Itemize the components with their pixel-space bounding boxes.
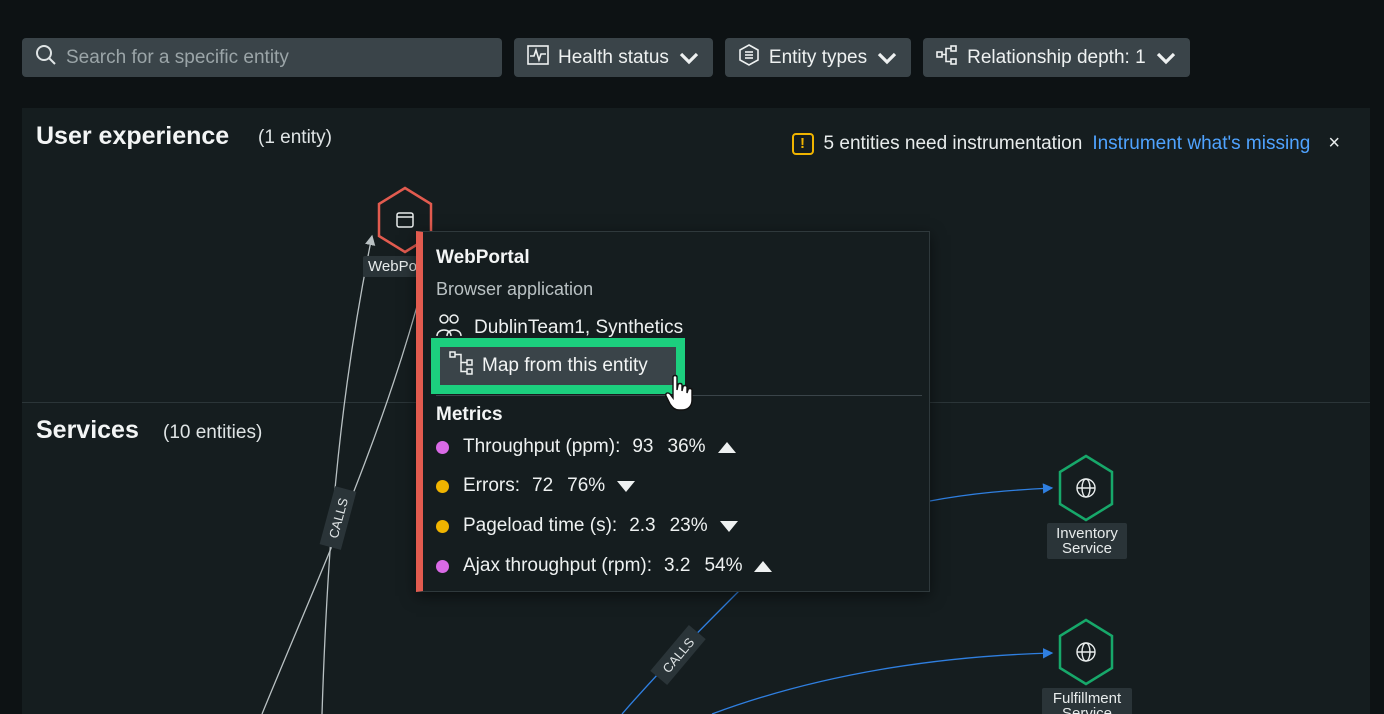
metric-label: Pageload time (s): bbox=[463, 515, 618, 536]
metrics-title: Metrics bbox=[436, 404, 503, 425]
chevron-down-icon bbox=[679, 52, 699, 64]
trend-down-icon bbox=[617, 480, 636, 492]
map-from-entity-label: Map from this entity bbox=[482, 355, 648, 376]
relationship-tree-icon bbox=[935, 43, 959, 73]
webportal-node-label: WebPo bbox=[363, 256, 419, 277]
metric-row: Pageload time (s): 2.3 23% bbox=[436, 515, 738, 537]
edge-to-inventory bbox=[929, 483, 1054, 502]
metric-dot bbox=[436, 479, 449, 493]
entity-types-dropdown[interactable]: Entity types bbox=[724, 38, 912, 77]
calls-label-blue: CALLS bbox=[650, 624, 706, 686]
inventory-label-line2: Service bbox=[1061, 540, 1113, 557]
entity-types-icon bbox=[737, 43, 761, 73]
health-chart-icon bbox=[526, 43, 550, 73]
chevron-down-icon bbox=[877, 52, 897, 64]
health-status-dropdown[interactable]: Health status bbox=[514, 38, 713, 77]
search-input[interactable] bbox=[66, 46, 486, 69]
inventory-node-label: Inventory Service bbox=[1047, 523, 1127, 559]
relationship-depth-dropdown[interactable]: Relationship depth: 1 bbox=[923, 38, 1190, 77]
hand-cursor-icon bbox=[665, 374, 693, 411]
metric-dot bbox=[436, 519, 449, 533]
chevron-down-icon bbox=[1156, 52, 1175, 64]
metric-label: Ajax throughput (rpm): bbox=[463, 555, 653, 576]
metric-percent: 54% bbox=[704, 555, 743, 576]
metric-value: 2.3 bbox=[629, 515, 656, 536]
search-icon bbox=[34, 43, 58, 72]
search-box[interactable] bbox=[22, 38, 502, 77]
metric-dot bbox=[436, 440, 449, 454]
metric-row: Throughput (ppm): 93 36% bbox=[436, 436, 736, 458]
popover-title: WebPortal bbox=[436, 247, 530, 268]
metric-percent: 23% bbox=[669, 515, 708, 536]
trend-up-icon bbox=[754, 560, 773, 572]
metric-percent: 76% bbox=[567, 475, 606, 496]
map-from-entity-button[interactable]: Map from this entity bbox=[431, 338, 685, 394]
metric-label: Errors: bbox=[463, 475, 520, 496]
toolbar: Health status Entity types Relationship … bbox=[22, 38, 1190, 77]
relationship-depth-label: Relationship depth: 1 bbox=[967, 46, 1146, 68]
fulfillment-service-node[interactable] bbox=[1058, 618, 1114, 686]
metric-value: 3.2 bbox=[664, 555, 691, 576]
metric-percent: 36% bbox=[667, 436, 706, 457]
entity-types-label: Entity types bbox=[768, 46, 868, 68]
metric-dot bbox=[436, 559, 449, 573]
fulfillment-node-label: Fulfillment Service bbox=[1042, 688, 1132, 714]
inventory-label-line1: Inventory bbox=[1056, 525, 1118, 542]
metric-row: Errors: 72 76% bbox=[436, 475, 636, 497]
map-tree-icon bbox=[448, 350, 474, 382]
team-names: DublinTeam1, Synthetics bbox=[474, 317, 684, 338]
fulfillment-label-line1: Fulfillment bbox=[1052, 690, 1122, 707]
map-from-entity-inner[interactable]: Map from this entity bbox=[440, 347, 676, 385]
edge-to-fulfillment bbox=[711, 648, 1054, 714]
fulfillment-label-line2: Service bbox=[1061, 705, 1113, 714]
metric-row: Ajax throughput (rpm): 3.2 54% bbox=[436, 555, 773, 577]
inventory-service-node[interactable] bbox=[1058, 454, 1114, 522]
trend-up-icon bbox=[717, 441, 736, 453]
calls-label-left: CALLS bbox=[319, 486, 357, 550]
health-status-label: Health status bbox=[558, 46, 669, 68]
metric-label: Throughput (ppm): bbox=[463, 436, 621, 457]
popover-subtitle: Browser application bbox=[436, 279, 594, 299]
metric-value: 93 bbox=[632, 436, 654, 457]
metric-value: 72 bbox=[532, 475, 554, 496]
trend-down-icon bbox=[719, 520, 738, 532]
edge-webportal-left bbox=[261, 234, 423, 714]
